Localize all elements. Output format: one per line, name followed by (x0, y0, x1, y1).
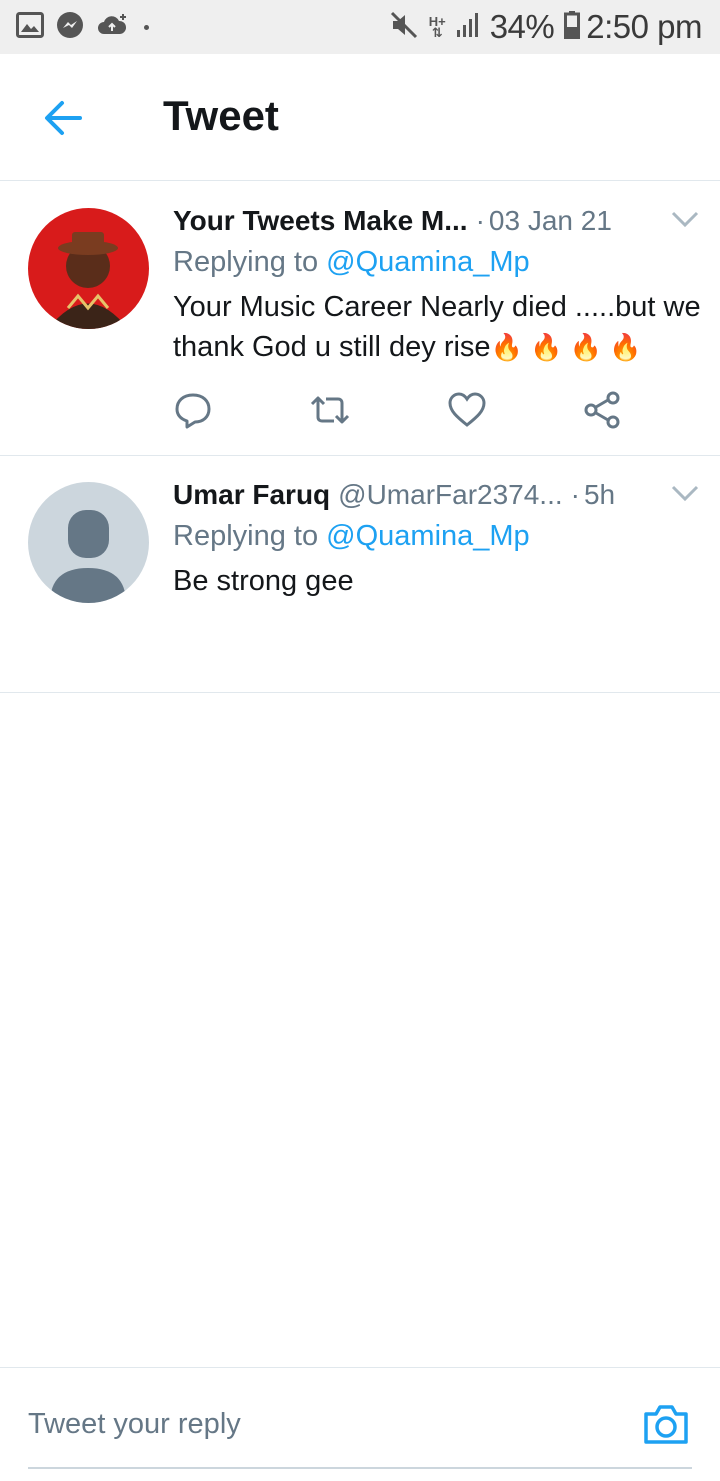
battery-percent: 34% (489, 8, 555, 45)
page-title: Tweet (163, 92, 279, 139)
author-name[interactable]: Your Tweets Make M... (173, 205, 468, 237)
reply-list[interactable]: Your Tweets Make M... · 03 Jan 21 Replyi… (0, 181, 720, 1367)
like-button[interactable] (447, 385, 495, 435)
status-bar-notifications (16, 11, 161, 44)
reply-icon (175, 393, 211, 429)
tweet-emoji: 🔥 🔥 🔥 🔥 (490, 332, 642, 362)
more-notifications-dot (144, 24, 149, 30)
retweet-icon (310, 396, 350, 424)
gallery-icon (16, 11, 44, 43)
tweet-options-button[interactable] (668, 207, 702, 231)
network-type: H+ ⇅ (428, 14, 446, 40)
avatar[interactable] (28, 482, 149, 603)
tweet-actions (173, 385, 643, 435)
share-button[interactable] (583, 385, 623, 435)
messenger-icon (56, 11, 84, 44)
author-handle[interactable]: @UmarFar2374... (338, 479, 563, 511)
reply-input[interactable]: Tweet your reply (28, 1408, 241, 1441)
cloud-upload-icon (96, 12, 128, 43)
mention-link[interactable]: @Quamina_Mp (326, 520, 530, 552)
chevron-down-icon (671, 211, 699, 228)
status-bar: H+ ⇅ 34% 2:50 pm (0, 0, 720, 54)
like-icon (448, 392, 486, 427)
separator-dot: · (475, 205, 485, 236)
chevron-down-icon (671, 485, 699, 502)
replying-to: Replying to @Quamina_Mp (173, 246, 530, 278)
timestamp: 5h (583, 479, 616, 510)
tweet-options-button[interactable] (668, 481, 702, 505)
tweet-header: Your Tweets Make M... · 03 Jan 21 (173, 201, 702, 241)
status-bar-system: H+ ⇅ 34% 2:50 pm (379, 8, 702, 46)
camera-button[interactable] (642, 1402, 690, 1446)
tweet-body: Your Tweets Make M... · 03 Jan 21 Replyi… (173, 201, 702, 367)
tweet-body: Umar Faruq @UmarFar2374... · 5h Replying… (173, 475, 702, 601)
tweet-item[interactable]: Your Tweets Make M... · 03 Jan 21 Replyi… (0, 181, 720, 456)
mute-icon (389, 10, 419, 45)
tweet-header: Umar Faruq @UmarFar2374... · 5h (173, 475, 702, 515)
reply-input-underline (28, 1467, 692, 1469)
back-arrow-icon (45, 101, 82, 135)
mention-link[interactable]: @Quamina_Mp (326, 246, 530, 278)
tweet-text: Be strong gee (173, 565, 354, 597)
clock: 2:50 pm (586, 8, 702, 45)
camera-icon (644, 1405, 688, 1444)
replying-to: Replying to @Quamina_Mp (173, 520, 530, 552)
app-header: Tweet (0, 54, 720, 181)
author-name[interactable]: Umar Faruq (173, 479, 330, 511)
tweet-item[interactable]: Umar Faruq @UmarFar2374... · 5h Replying… (0, 456, 720, 693)
signal-icon (456, 12, 480, 43)
separator-dot: · (570, 479, 580, 510)
back-button[interactable] (40, 98, 86, 138)
retweet-button[interactable] (308, 385, 352, 435)
tweet-text: Your Music Career Nearly died .....but w… (173, 291, 701, 363)
avatar[interactable] (28, 208, 149, 329)
reply-button[interactable] (173, 385, 213, 435)
battery-icon (564, 10, 581, 44)
reply-composer: Tweet your reply (0, 1367, 720, 1481)
timestamp: 03 Jan 21 (488, 205, 612, 236)
share-icon (584, 391, 620, 429)
